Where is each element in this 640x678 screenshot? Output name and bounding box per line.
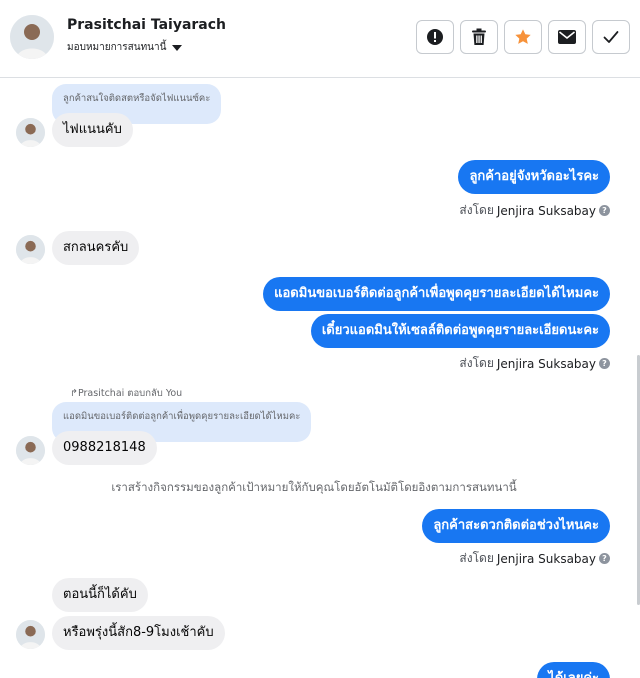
customer-avatar[interactable] (10, 15, 54, 59)
outgoing-message[interactable]: แอดมินขอเบอร์ติดต่อลูกค้าเพื่อพูดคุยรายล… (263, 277, 610, 311)
incoming-message[interactable]: หรือพรุ่งนี้สัก8-9โมงเช้าคับ (52, 616, 225, 650)
delete-button[interactable] (460, 20, 498, 54)
mark-done-button[interactable] (592, 20, 630, 54)
incoming-message[interactable]: สกลนครคับ (52, 231, 140, 265)
customer-avatar-small[interactable] (16, 436, 45, 465)
incoming-message[interactable]: 0988218148 (52, 431, 157, 465)
customer-avatar-small[interactable] (16, 235, 45, 264)
conversation-header: Prasitchai Taiyarach มอบหมายการสนทนานี้ (0, 0, 640, 78)
outgoing-message[interactable]: ได้เลยค่ะ (537, 662, 610, 678)
assign-dropdown[interactable]: มอบหมายการสนทนานี้ (67, 40, 183, 55)
star-button[interactable] (504, 20, 542, 54)
customer-name: Prasitchai Taiyarach (67, 17, 227, 33)
outgoing-message[interactable]: ลูกค้าอยู่จังหวัดอะไรคะ (458, 160, 610, 194)
incoming-message[interactable]: ไฟแนนคับ (52, 113, 133, 147)
trash-icon (472, 28, 486, 45)
agent-name: Jenjira Suksabay (496, 551, 596, 566)
sent-by-label: ส่งโดย Jenjira Suksabay ? (459, 354, 610, 373)
customer-avatar-small[interactable] (16, 620, 45, 649)
agent-name: Jenjira Suksabay (496, 356, 596, 371)
help-icon[interactable]: ? (599, 358, 610, 369)
customer-avatar-small[interactable] (16, 118, 45, 147)
chevron-down-icon (172, 45, 183, 51)
replied-label: ↱Prasitchai ตอบกลับ You (70, 388, 183, 399)
reply-arrow-icon: ↱ (70, 388, 78, 399)
sent-by-label: ส่งโดย Jenjira Suksabay ? (459, 549, 610, 568)
system-notice: เราสร้างกิจกรรมของลูกค้าเป้าหมายให้กับคุ… (111, 480, 517, 494)
mail-icon (558, 30, 576, 44)
spam-icon (427, 29, 443, 45)
help-icon[interactable]: ? (599, 205, 610, 216)
sent-by-label: ส่งโดย Jenjira Suksabay ? (459, 201, 610, 220)
incoming-message[interactable]: ตอนนี้ก็ได้คับ (52, 578, 148, 612)
assign-label: มอบหมายการสนทนานี้ (67, 42, 167, 53)
mark-spam-button[interactable] (416, 20, 454, 54)
outgoing-message[interactable]: เดี๋ยวแอดมินให้เซลล์ติดต่อพูดคุยรายละเอี… (310, 314, 610, 348)
mark-unread-button[interactable] (548, 20, 586, 54)
outgoing-message[interactable]: ลูกค้าสะดวกติดต่อช่วงไหนคะ (422, 509, 610, 543)
help-icon[interactable]: ? (599, 553, 610, 564)
star-icon (515, 29, 531, 44)
check-icon (603, 31, 619, 43)
header-actions (416, 20, 630, 54)
agent-name: Jenjira Suksabay (496, 203, 596, 218)
